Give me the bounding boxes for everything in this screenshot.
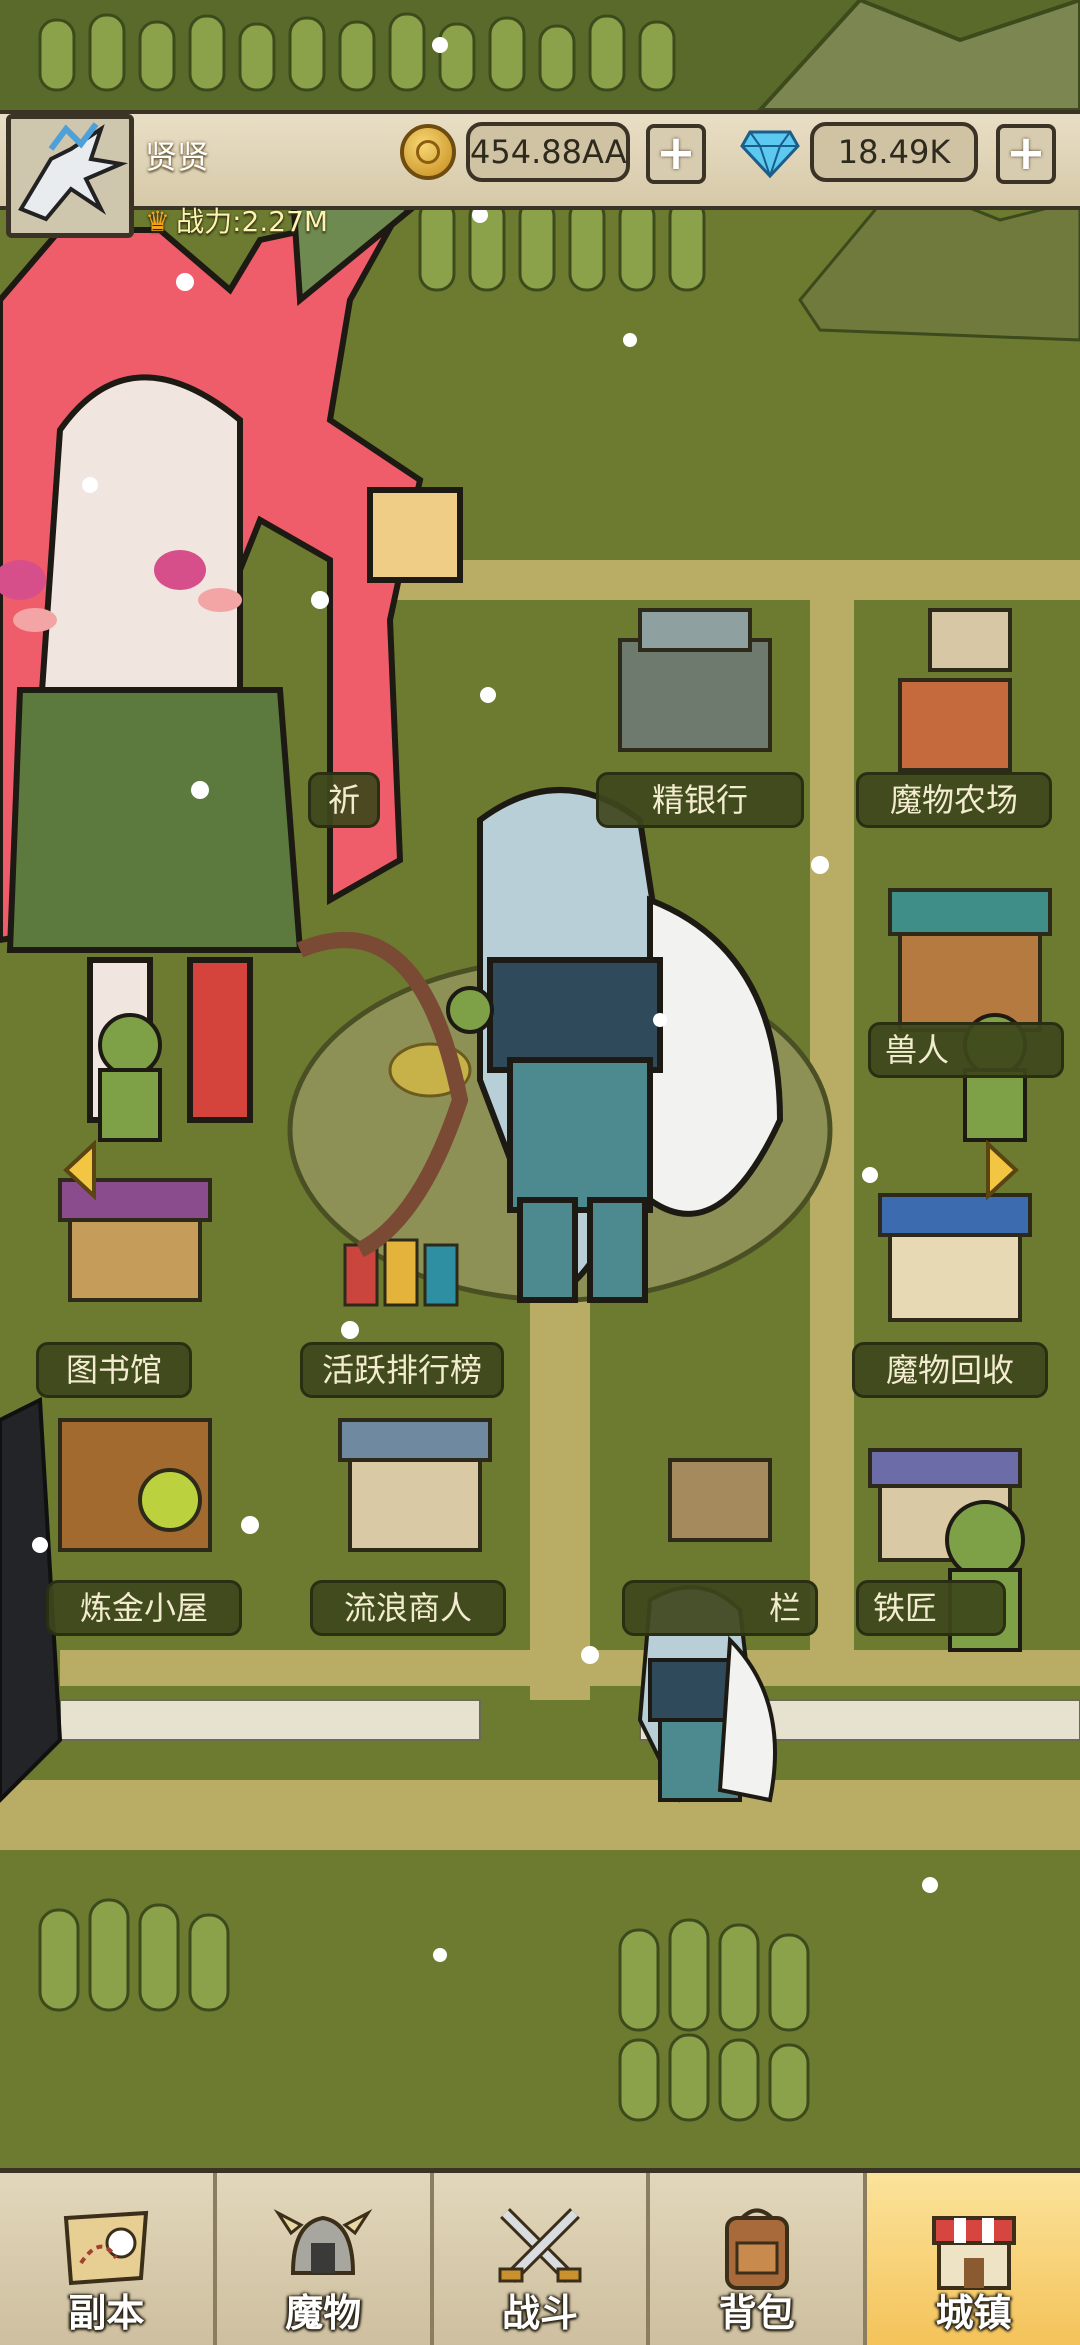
building-label-merchant[interactable]: 流浪商人 <box>310 1580 506 1636</box>
game-screen: 贤贤 ♛ 战力:2.27M 454.88AA + 18.49K + 祈 精银行 魔… <box>0 0 1080 2345</box>
building-label-monster-recycle[interactable]: 魔物回收 <box>852 1342 1048 1398</box>
building-label-bank[interactable]: 精银行 <box>596 772 804 828</box>
nav-label-monster: 魔物 <box>285 2291 362 2335</box>
map-icon <box>64 2210 149 2286</box>
scroll-right-arrow-icon[interactable] <box>984 1140 1020 1200</box>
gold-coin-icon <box>400 124 456 180</box>
helmet-icon <box>273 2209 373 2275</box>
add-gold-button[interactable]: + <box>646 124 706 184</box>
combat-power: ♛ 战力:2.27M <box>145 200 328 240</box>
nav-label-battle: 战斗 <box>501 2291 578 2335</box>
player-avatar[interactable] <box>6 114 134 238</box>
nav-tab-town[interactable]: 城镇 <box>867 2173 1080 2345</box>
combat-power-value: 战力:2.27M <box>176 205 329 238</box>
nav-label-town: 城镇 <box>935 2291 1012 2335</box>
scroll-left-arrow-icon[interactable] <box>62 1140 98 1200</box>
shop-icon <box>931 2216 1016 2290</box>
nav-label-dungeon: 副本 <box>68 2291 145 2335</box>
nav-tab-monster[interactable]: 魔物 <box>216 2173 434 2345</box>
building-label-ranking[interactable]: 活跃排行榜 <box>300 1342 504 1398</box>
building-label-library[interactable]: 图书馆 <box>36 1342 192 1398</box>
diamond-icon <box>740 130 800 178</box>
building-label-alchemy[interactable]: 炼金小屋 <box>46 1580 242 1636</box>
gold-amount: 454.88AA <box>466 122 630 182</box>
dragon-avatar-icon <box>11 119 129 233</box>
town-map-background <box>0 0 1080 2340</box>
building-label-bulletin[interactable]: 栏 <box>622 1580 818 1636</box>
building-label-beast-house[interactable]: 兽人 <box>868 1022 1064 1078</box>
building-label-bless[interactable]: 祈 <box>308 772 380 828</box>
building-label-blacksmith[interactable]: 铁匠 <box>856 1580 1006 1636</box>
add-gem-button[interactable]: + <box>996 124 1056 184</box>
backpack-icon <box>724 2208 789 2290</box>
nav-label-bag: 背包 <box>718 2291 795 2335</box>
power-icon: ♛ <box>145 205 171 238</box>
nav-tab-bag[interactable]: 背包 <box>650 2173 868 2345</box>
building-label-monster-farm[interactable]: 魔物农场 <box>856 772 1052 828</box>
crossed-swords-icon <box>498 2208 582 2283</box>
gem-amount: 18.49K <box>810 122 978 182</box>
nav-tab-dungeon[interactable]: 副本 <box>0 2173 217 2345</box>
nav-tab-battle[interactable]: 战斗 <box>433 2173 651 2345</box>
player-name: 贤贤 <box>145 138 210 176</box>
bottom-nav-bar: 副本 魔物 战斗 背包 城镇 <box>0 2168 1080 2345</box>
